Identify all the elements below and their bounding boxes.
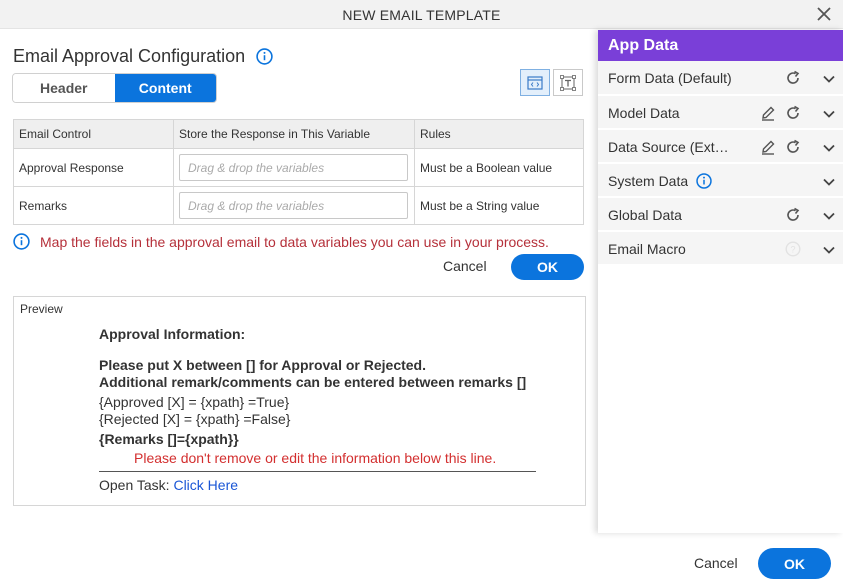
variable-cell: Drag & drop the variables (173, 186, 415, 225)
close-icon[interactable] (815, 5, 833, 23)
app-data-item-label: Model Data (608, 105, 680, 121)
email-control-cell: Approval Response (13, 148, 174, 187)
refresh-icon[interactable] (785, 139, 801, 155)
table-row: Approval Response Drag & drop the variab… (13, 148, 584, 187)
dialog-ok-button[interactable]: OK (758, 548, 831, 579)
info-icon[interactable] (256, 48, 273, 65)
rule-cell: Must be a Boolean value (414, 148, 584, 187)
table-header-row: Email Control Store the Response in This… (13, 119, 584, 149)
rejected-line: {Rejected [X] = {xpath} =False} (99, 411, 291, 427)
config-cancel-button[interactable]: Cancel (443, 258, 487, 274)
open-task-prefix: Open Task: (99, 477, 174, 493)
approval-response-variable-dropzone[interactable]: Drag & drop the variables (179, 154, 408, 181)
app-data-item-email-macro[interactable]: Email Macro ? (598, 231, 843, 265)
email-control-table: Email Control Store the Response in This… (13, 119, 584, 225)
email-preview: Preview Approval Information: Please put… (13, 296, 586, 506)
instruction-line-2: Additional remark/comments can be entere… (99, 374, 527, 390)
app-data-item-form-data[interactable]: Form Data (Default) (598, 61, 843, 95)
text-view-button[interactable] (553, 69, 583, 96)
column-header: Rules (414, 119, 584, 149)
tab-group: Header Content (12, 73, 217, 103)
info-icon[interactable] (696, 173, 712, 189)
preview-label: Preview (20, 302, 63, 316)
dialog-title: NEW EMAIL TEMPLATE (342, 7, 501, 23)
code-view-icon (527, 75, 543, 90)
config-ok-button[interactable]: OK (511, 254, 584, 280)
page-title: Email Approval Configuration (13, 46, 246, 66)
chevron-down-icon[interactable] (821, 106, 837, 122)
chevron-down-icon[interactable] (821, 242, 837, 258)
edit-icon[interactable] (760, 139, 776, 155)
refresh-icon[interactable] (785, 105, 801, 121)
tab-content[interactable]: Content (114, 74, 216, 102)
preview-warning: Please don't remove or edit the informat… (134, 450, 497, 466)
app-data-item-label: Global Data (608, 207, 682, 223)
table-row: Remarks Drag & drop the variables Must b… (13, 186, 584, 225)
email-control-cell: Remarks (13, 186, 174, 225)
app-data-item-label: Email Macro (608, 241, 686, 257)
chevron-down-icon[interactable] (821, 208, 837, 224)
column-header: Email Control (13, 119, 174, 149)
dialog-cancel-button[interactable]: Cancel (694, 555, 738, 571)
app-data-item-system-data[interactable]: System Data (598, 163, 843, 197)
svg-text:?: ? (790, 245, 795, 255)
app-data-item-label: Form Data (Default) (608, 70, 732, 86)
variable-cell: Drag & drop the variables (173, 148, 415, 187)
app-data-panel: App Data Form Data (Default) Model Data … (598, 30, 843, 533)
instruction-line-1: Please put X between [] for Approval or … (99, 357, 426, 373)
remarks-variable-dropzone[interactable]: Drag & drop the variables (179, 192, 408, 219)
open-task-link[interactable]: Click Here (173, 477, 238, 493)
info-icon (13, 233, 30, 250)
app-data-item-label: Data Source (External) (608, 139, 736, 155)
approved-line: {Approved [X] = {xpath} =True} (99, 394, 290, 410)
preview-divider (99, 471, 536, 472)
refresh-icon[interactable] (785, 207, 801, 223)
app-data-item-data-source[interactable]: Data Source (External) (598, 129, 843, 163)
chevron-down-icon[interactable] (821, 174, 837, 190)
app-data-item-label: System Data (608, 173, 689, 189)
rule-cell: Must be a String value (414, 186, 584, 225)
open-task-line: Open Task: Click Here (99, 477, 238, 493)
mapping-hint: Map the fields in the approval email to … (13, 233, 549, 250)
edit-icon[interactable] (760, 105, 776, 121)
app-data-title: App Data (598, 30, 843, 61)
code-view-button[interactable] (520, 69, 550, 96)
dialog-titlebar: NEW EMAIL TEMPLATE (0, 0, 843, 29)
tab-header[interactable]: Header (13, 74, 115, 102)
refresh-icon[interactable] (785, 70, 801, 86)
column-header: Store the Response in This Variable (173, 119, 415, 149)
approval-info-heading: Approval Information: (99, 326, 246, 342)
remarks-line: {Remarks []={xpath}} (99, 431, 239, 447)
help-icon[interactable]: ? (785, 241, 801, 257)
text-view-icon (560, 74, 576, 91)
chevron-down-icon[interactable] (821, 140, 837, 156)
app-data-item-global-data[interactable]: Global Data (598, 197, 843, 231)
hint-text: Map the fields in the approval email to … (40, 233, 549, 250)
app-data-item-model-data[interactable]: Model Data (598, 95, 843, 129)
chevron-down-icon[interactable] (821, 71, 837, 87)
